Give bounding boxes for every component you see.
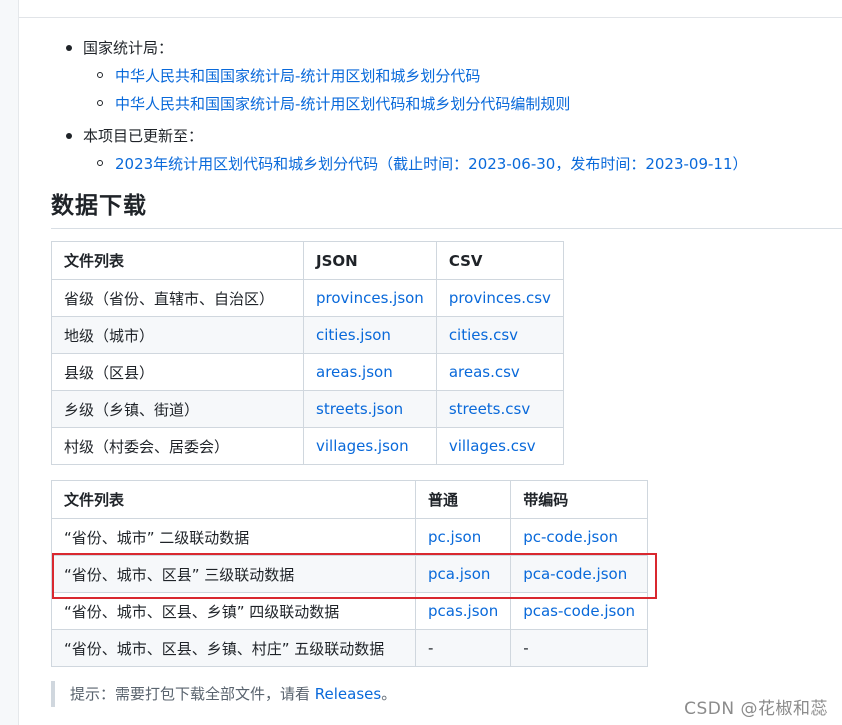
row-name: “省份、城市、区县” 三级联动数据 [51, 555, 416, 593]
bureau-code-link[interactable]: 中华人民共和国国家统计局-统计用区划和城乡划分代码 [115, 67, 480, 85]
table-row: “省份、城市、区县、乡镇” 四级联动数据 pcas.json pcas-code… [51, 592, 649, 630]
tip-blockquote: 提示：需要打包下载全部文件，请看 Releases。 [51, 681, 396, 707]
json-cell: areas.json [303, 353, 437, 391]
list-item-updated: 本项目已更新至： 2023年统计用区划代码和城乡划分代码（截止时间：2023-0… [62, 124, 748, 176]
list-item-bureau: 国家统计局： 中华人民共和国国家统计局-统计用区划和城乡划分代码 中华人民共和国… [62, 36, 748, 116]
table-row: 省级（省份、直辖市、自治区） provinces.json provinces.… [51, 279, 564, 317]
table-row: “省份、城市、区县、乡镇、村庄” 五级联动数据 - - [51, 629, 649, 667]
update-2023-link[interactable]: 2023年统计用区划代码和城乡划分代码（截止时间：2023-06-30，发布时间… [115, 155, 748, 173]
json-cell: villages.json [303, 427, 437, 465]
bureau-rules-link[interactable]: 中华人民共和国国家统计局-统计用区划代码和城乡划分代码编制规则 [115, 95, 570, 113]
updated-sublist: 2023年统计用区划代码和城乡划分代码（截止时间：2023-06-30，发布时间… [83, 152, 748, 176]
releases-link[interactable]: Releases [315, 685, 381, 703]
pca-code-json-link[interactable]: pca-code.json [523, 565, 627, 583]
left-gutter [0, 0, 19, 725]
bureau-sublist: 中华人民共和国国家统计局-统计用区划和城乡划分代码 中华人民共和国国家统计局-统… [83, 64, 748, 116]
json-cell: provinces.json [303, 279, 437, 317]
header-json: JSON [303, 241, 437, 280]
tip-suffix: 。 [381, 685, 397, 703]
areas-csv-link[interactable]: areas.csv [449, 363, 520, 381]
cities-csv-link[interactable]: cities.csv [449, 326, 518, 344]
table-row: “省份、城市” 二级联动数据 pc.json pc-code.json [51, 518, 649, 556]
plain-cell: pca.json [414, 555, 512, 593]
json-cell: cities.json [303, 316, 437, 354]
header-plain: 普通 [414, 480, 512, 519]
pca-json-link[interactable]: pca.json [428, 565, 490, 583]
row-name: 省级（省份、直辖市、自治区） [51, 279, 304, 317]
row-name: 地级（城市） [51, 316, 304, 354]
pcas-code-json-link[interactable]: pcas-code.json [523, 602, 635, 620]
table-header-row: 文件列表 JSON CSV [51, 241, 564, 280]
section-title: 数据下载 [51, 186, 842, 229]
row-name: “省份、城市、区县、乡镇、村庄” 五级联动数据 [51, 629, 416, 667]
plain-cell: pcas.json [414, 592, 512, 630]
streets-csv-link[interactable]: streets.csv [449, 400, 530, 418]
download-table: 文件列表 JSON CSV 省级（省份、直辖市、自治区） provinces.j… [51, 241, 564, 465]
csv-cell: cities.csv [435, 316, 564, 354]
areas-json-link[interactable]: areas.json [316, 363, 393, 381]
csv-cell: provinces.csv [435, 279, 564, 317]
table-row: 地级（城市） cities.json cities.csv [51, 316, 564, 354]
provinces-csv-link[interactable]: provinces.csv [449, 289, 551, 307]
tip-text: 提示：需要打包下载全部文件，请看 [70, 685, 315, 703]
table-header-row: 文件列表 普通 带编码 [51, 480, 649, 519]
source-list: 国家统计局： 中华人民共和国国家统计局-统计用区划和城乡划分代码 中华人民共和国… [62, 36, 748, 184]
coded-cell: pcas-code.json [510, 592, 649, 630]
plain-cell: - [414, 629, 512, 667]
top-divider [19, 17, 842, 18]
header-csv: CSV [435, 241, 564, 280]
coded-cell: pca-code.json [510, 555, 649, 593]
row-name: 村级（村委会、居委会） [51, 427, 304, 465]
villages-json-link[interactable]: villages.json [316, 437, 409, 455]
streets-json-link[interactable]: streets.json [316, 400, 403, 418]
pc-json-link[interactable]: pc.json [428, 528, 481, 546]
table-row: 县级（区县） areas.json areas.csv [51, 353, 564, 391]
coded-cell: pc-code.json [510, 518, 649, 556]
row-name: 县级（区县） [51, 353, 304, 391]
bureau-label: 国家统计局： [83, 39, 174, 57]
provinces-json-link[interactable]: provinces.json [316, 289, 424, 307]
plain-cell: pc.json [414, 518, 512, 556]
row-name: “省份、城市、区县、乡镇” 四级联动数据 [51, 592, 416, 630]
watermark: CSDN @花椒和蕊 [684, 699, 828, 719]
json-cell: streets.json [303, 390, 437, 428]
table-row: 乡级（乡镇、街道） streets.json streets.csv [51, 390, 564, 428]
header-file-list: 文件列表 [51, 480, 416, 519]
csv-cell: areas.csv [435, 353, 564, 391]
villages-csv-link[interactable]: villages.csv [449, 437, 536, 455]
coded-cell: - [510, 629, 649, 667]
row-name: “省份、城市” 二级联动数据 [51, 518, 416, 556]
table-row: “省份、城市、区县” 三级联动数据 pca.json pca-code.json [51, 555, 649, 593]
csv-cell: villages.csv [435, 427, 564, 465]
updated-label: 本项目已更新至： [83, 127, 204, 145]
table-row: 村级（村委会、居委会） villages.json villages.csv [51, 427, 564, 465]
csv-cell: streets.csv [435, 390, 564, 428]
list-item: 中华人民共和国国家统计局-统计用区划和城乡划分代码 [83, 64, 748, 88]
pc-code-json-link[interactable]: pc-code.json [523, 528, 618, 546]
header-file-list: 文件列表 [51, 241, 304, 280]
list-item: 中华人民共和国国家统计局-统计用区划代码和城乡划分代码编制规则 [83, 92, 748, 116]
cities-json-link[interactable]: cities.json [316, 326, 391, 344]
row-name: 乡级（乡镇、街道） [51, 390, 304, 428]
list-item: 2023年统计用区划代码和城乡划分代码（截止时间：2023-06-30，发布时间… [83, 152, 748, 176]
linkage-table: 文件列表 普通 带编码 “省份、城市” 二级联动数据 pc.json pc-co… [51, 480, 649, 667]
pcas-json-link[interactable]: pcas.json [428, 602, 498, 620]
header-coded: 带编码 [510, 480, 649, 519]
